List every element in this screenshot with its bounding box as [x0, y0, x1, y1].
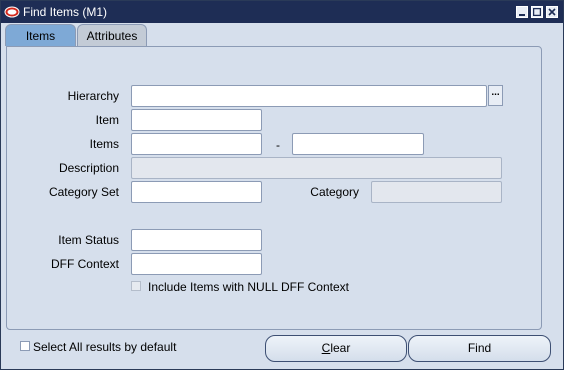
window-title: Find Items (M1) — [23, 5, 108, 19]
item-status-label: Item Status — [58, 233, 119, 247]
find-items-window: Find Items (M1) Items Attributes Hierarc… — [0, 0, 564, 370]
tab-items[interactable]: Items — [5, 24, 76, 46]
clear-button[interactable]: Clear — [265, 335, 407, 362]
tab-attributes[interactable]: Attributes — [77, 24, 147, 46]
items-range-separator: - — [276, 138, 280, 152]
hierarchy-field[interactable] — [131, 85, 487, 107]
category-field — [371, 181, 502, 203]
category-label: Category — [310, 185, 359, 199]
hierarchy-lov-button[interactable]: ... — [488, 85, 503, 106]
minimize-button[interactable] — [516, 6, 528, 18]
oracle-logo-icon — [4, 6, 20, 18]
find-button[interactable]: Find — [408, 335, 551, 362]
category-set-label: Category Set — [48, 185, 119, 199]
clear-label-rest: lear — [330, 341, 351, 355]
item-field[interactable] — [131, 109, 262, 131]
item-status-field[interactable] — [131, 229, 262, 251]
select-all-checkbox[interactable] — [20, 341, 30, 351]
maximize-button[interactable] — [531, 6, 543, 18]
include-null-dff-checkbox[interactable] — [131, 281, 141, 291]
description-field — [131, 157, 502, 179]
title-bar: Find Items (M1) — [1, 1, 563, 23]
close-icon — [548, 8, 556, 16]
description-label: Description — [58, 161, 119, 175]
include-null-dff-label: Include Items with NULL DFF Context — [148, 280, 349, 294]
close-button[interactable] — [546, 6, 558, 18]
minimize-icon — [519, 14, 525, 16]
items-label: Items — [89, 137, 119, 151]
select-all-label: Select All results by default — [33, 340, 177, 354]
dff-context-field[interactable] — [131, 253, 262, 275]
items-to-field[interactable] — [292, 133, 424, 155]
hierarchy-label: Hierarchy — [67, 89, 119, 103]
dff-context-label: DFF Context — [50, 257, 119, 271]
category-set-field[interactable] — [131, 181, 262, 203]
maximize-icon — [533, 8, 541, 16]
items-from-field[interactable] — [131, 133, 262, 155]
item-label: Item — [95, 113, 119, 127]
